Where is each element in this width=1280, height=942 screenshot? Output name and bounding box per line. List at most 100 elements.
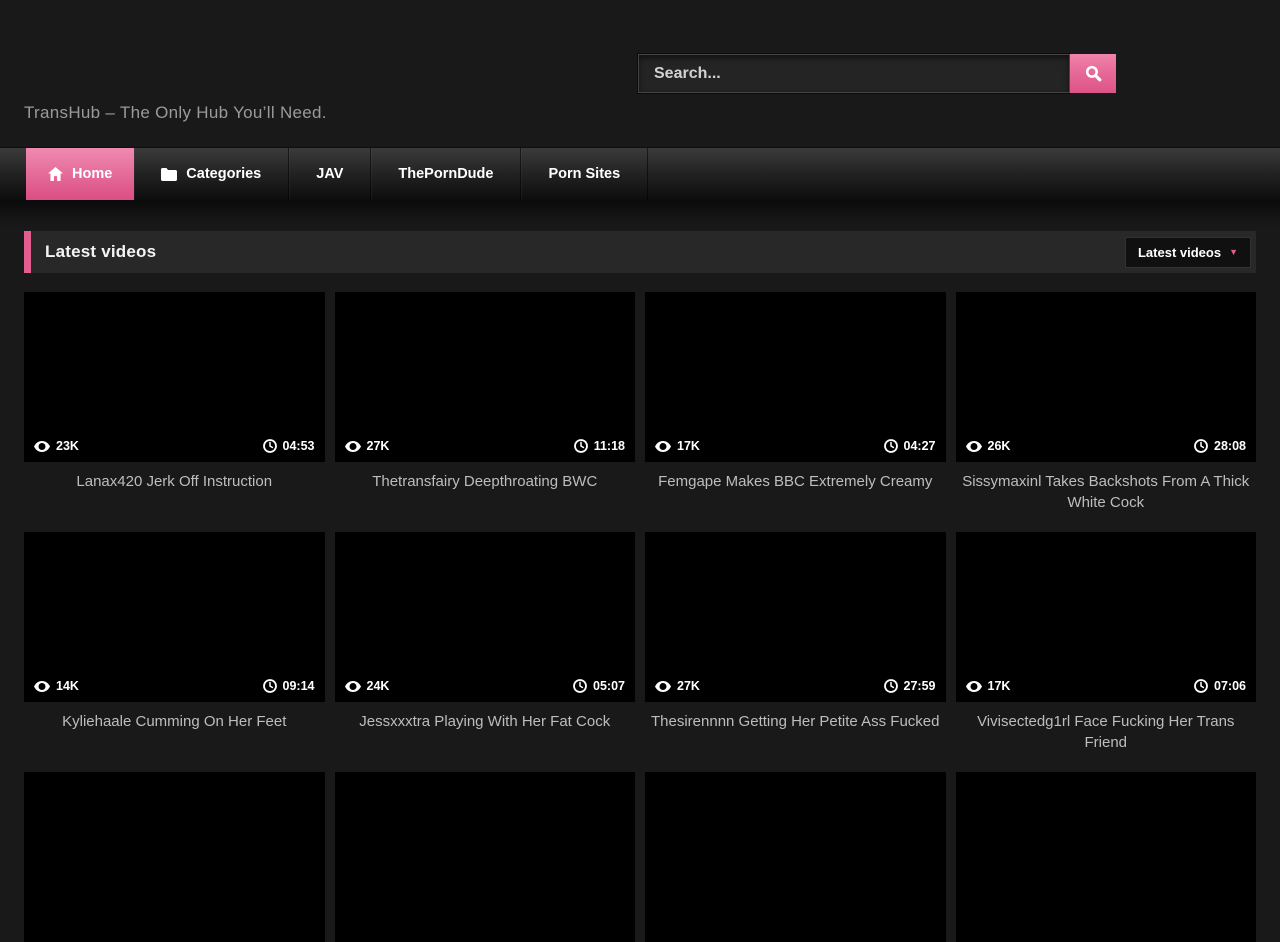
views-meta: 27K [655, 679, 700, 693]
video-title[interactable]: Thesirennnn Getting Her Petite Ass Fucke… [645, 711, 946, 753]
thumbnail-info: 26K 28:08 [956, 439, 1257, 462]
video-grid: 23K 04:53 Lanax420 Jerk Off Instruction … [24, 292, 1256, 942]
video-card-partial[interactable] [24, 772, 325, 942]
thumbnail-info: 17K 04:27 [645, 439, 946, 462]
section-title: Latest videos [45, 242, 156, 262]
video-card[interactable]: 23K 04:53 Lanax420 Jerk Off Instruction [24, 292, 325, 513]
site-header: TransHub – The Only Hub You’ll Need. [0, 0, 1280, 147]
duration: 27:59 [904, 679, 936, 693]
video-title[interactable]: Femgape Makes BBC Extremely Creamy [645, 471, 946, 513]
video-title[interactable]: Lanax420 Jerk Off Instruction [24, 471, 325, 513]
views-meta: 26K [966, 439, 1011, 453]
view-count: 24K [367, 679, 390, 693]
caret-down-icon: ▼ [1229, 248, 1238, 257]
video-card[interactable]: 17K 07:06 Vivisectedg1rl Face Fucking He… [956, 532, 1257, 753]
main-nav: Home Categories JAV ThePornDude Porn Sit… [0, 147, 1280, 200]
video-thumbnail[interactable]: 17K 04:27 [645, 292, 946, 462]
view-count: 17K [988, 679, 1011, 693]
duration-meta: 09:14 [263, 679, 315, 693]
duration: 28:08 [1214, 439, 1246, 453]
duration-meta: 04:53 [263, 439, 315, 453]
nav-item-theporndude[interactable]: ThePornDude [371, 148, 521, 200]
clock-icon [884, 679, 898, 693]
eye-icon [966, 441, 982, 452]
clock-icon [263, 679, 277, 693]
video-card[interactable]: 27K 27:59 Thesirennnn Getting Her Petite… [645, 532, 946, 753]
eye-icon [655, 441, 671, 452]
clock-icon [573, 679, 587, 693]
magnifier-icon [1084, 64, 1103, 83]
eye-icon [34, 681, 50, 692]
eye-icon [345, 681, 361, 692]
views-meta: 23K [34, 439, 79, 453]
video-card[interactable]: 24K 05:07 Jessxxxtra Playing With Her Fa… [335, 532, 636, 753]
video-thumbnail[interactable] [645, 772, 946, 942]
video-title[interactable]: Jessxxxtra Playing With Her Fat Cock [335, 711, 636, 753]
nav-item-jav[interactable]: JAV [289, 148, 371, 200]
video-thumbnail[interactable]: 27K 27:59 [645, 532, 946, 702]
video-card[interactable]: 17K 04:27 Femgape Makes BBC Extremely Cr… [645, 292, 946, 513]
nav-item-home[interactable]: Home [26, 148, 134, 200]
view-count: 14K [56, 679, 79, 693]
search-form [638, 54, 1116, 93]
clock-icon [884, 439, 898, 453]
eye-icon [34, 441, 50, 452]
nav-item-label: JAV [316, 166, 343, 182]
clock-icon [574, 439, 588, 453]
duration: 04:53 [283, 439, 315, 453]
view-count: 17K [677, 439, 700, 453]
duration: 09:14 [283, 679, 315, 693]
video-thumbnail[interactable] [956, 772, 1257, 942]
view-count: 23K [56, 439, 79, 453]
duration-meta: 28:08 [1194, 439, 1246, 453]
duration: 04:27 [904, 439, 936, 453]
latest-videos-section-bar: Latest videos Latest videos ▼ [24, 231, 1256, 273]
duration: 05:07 [593, 679, 625, 693]
thumbnail-info: 27K 27:59 [645, 679, 946, 702]
nav-item-porn-sites[interactable]: Porn Sites [521, 148, 648, 200]
home-icon [48, 167, 63, 181]
sort-dropdown-button[interactable]: Latest videos ▼ [1125, 237, 1251, 268]
video-thumbnail[interactable]: 27K 11:18 [335, 292, 636, 462]
duration: 11:18 [594, 439, 625, 453]
nav-shadow [0, 200, 1280, 231]
video-thumbnail[interactable]: 23K 04:53 [24, 292, 325, 462]
video-title[interactable]: Vivisectedg1rl Face Fucking Her Trans Fr… [956, 711, 1257, 753]
eye-icon [345, 441, 361, 452]
video-card-partial[interactable] [335, 772, 636, 942]
search-input[interactable] [638, 54, 1070, 93]
views-meta: 17K [655, 439, 700, 453]
nav-item-label: ThePornDude [398, 166, 493, 182]
video-thumbnail[interactable]: 14K 09:14 [24, 532, 325, 702]
thumbnail-info: 27K 11:18 [335, 439, 636, 462]
video-title[interactable]: Kyliehaale Cumming On Her Feet [24, 711, 325, 753]
clock-icon [1194, 439, 1208, 453]
video-card-partial[interactable] [956, 772, 1257, 942]
section-accent-bar [24, 231, 31, 273]
video-thumbnail[interactable]: 17K 07:06 [956, 532, 1257, 702]
thumbnail-info: 23K 04:53 [24, 439, 325, 462]
video-title[interactable]: Thetransfairy Deepthroating BWC [335, 471, 636, 513]
video-title[interactable]: Sissymaxinl Takes Backshots From A Thick… [956, 471, 1257, 513]
video-thumbnail[interactable]: 26K 28:08 [956, 292, 1257, 462]
video-card[interactable]: 26K 28:08 Sissymaxinl Takes Backshots Fr… [956, 292, 1257, 513]
video-thumbnail[interactable] [24, 772, 325, 942]
search-button[interactable] [1070, 54, 1116, 93]
duration-meta: 27:59 [884, 679, 936, 693]
video-thumbnail[interactable] [335, 772, 636, 942]
view-count: 26K [988, 439, 1011, 453]
nav-item-label: Home [72, 166, 112, 182]
views-meta: 14K [34, 679, 79, 693]
clock-icon [263, 439, 277, 453]
video-thumbnail[interactable]: 24K 05:07 [335, 532, 636, 702]
video-card[interactable]: 14K 09:14 Kyliehaale Cumming On Her Feet [24, 532, 325, 753]
views-meta: 27K [345, 439, 390, 453]
video-card[interactable]: 27K 11:18 Thetransfairy Deepthroating BW… [335, 292, 636, 513]
views-meta: 17K [966, 679, 1011, 693]
view-count: 27K [677, 679, 700, 693]
thumbnail-info: 24K 05:07 [335, 679, 636, 702]
nav-item-categories[interactable]: Categories [134, 148, 289, 200]
duration-meta: 04:27 [884, 439, 936, 453]
eye-icon [966, 681, 982, 692]
video-card-partial[interactable] [645, 772, 946, 942]
